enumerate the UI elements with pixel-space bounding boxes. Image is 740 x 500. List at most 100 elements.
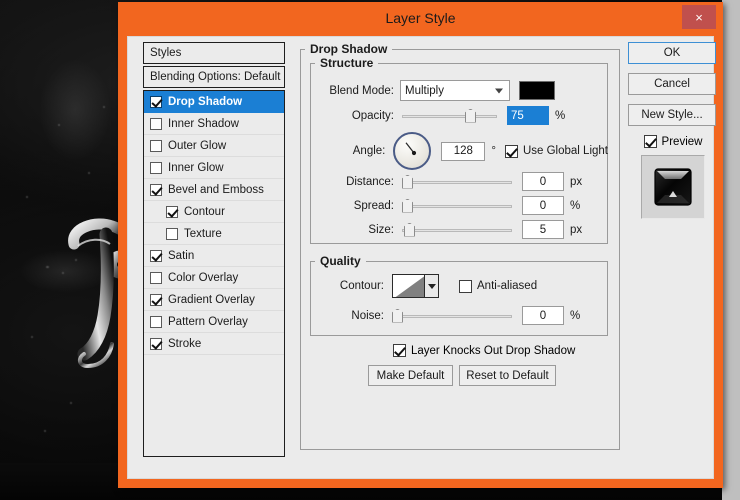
ok-button[interactable]: OK xyxy=(628,42,716,64)
new-style-button[interactable]: New Style... xyxy=(628,104,716,126)
reset-to-default-button[interactable]: Reset to Default xyxy=(459,365,556,386)
opacity-input[interactable] xyxy=(507,106,549,125)
anti-aliased-row[interactable]: Anti-aliased xyxy=(459,279,537,293)
shadow-color-swatch[interactable] xyxy=(519,81,555,100)
style-enable-checkbox[interactable] xyxy=(150,337,162,350)
style-enable-checkbox[interactable] xyxy=(150,315,162,328)
use-global-light-checkbox[interactable] xyxy=(504,144,518,158)
anti-aliased-checkbox[interactable] xyxy=(459,279,472,293)
style-list-item[interactable]: Stroke xyxy=(144,333,284,355)
noise-label: Noise: xyxy=(351,309,384,322)
angle-dial-needle xyxy=(405,142,417,156)
blend-mode-value: Multiply xyxy=(405,84,444,97)
blending-options-item[interactable]: Blending Options: Default xyxy=(143,66,285,88)
spread-unit: % xyxy=(570,199,581,212)
dialog-titlebar[interactable]: Layer Style × xyxy=(118,2,723,36)
style-enable-checkbox[interactable] xyxy=(150,117,162,130)
distance-slider-thumb[interactable] xyxy=(402,174,413,189)
opacity-label: Opacity: xyxy=(351,109,394,122)
style-enable-checkbox[interactable] xyxy=(150,95,162,108)
style-list-item[interactable]: Contour xyxy=(144,201,284,223)
style-list-item-label: Texture xyxy=(184,227,222,240)
angle-unit: ° xyxy=(491,145,496,157)
styles-panel: Styles Blending Options: Default Drop Sh… xyxy=(143,42,285,457)
use-global-light-row[interactable]: Use Global Light xyxy=(504,144,608,158)
contour-dropdown-arrow-icon[interactable] xyxy=(425,274,439,298)
opacity-slider[interactable] xyxy=(402,108,497,123)
opacity-slider-thumb[interactable] xyxy=(465,108,476,123)
blend-mode-select[interactable]: Multiply xyxy=(400,80,510,101)
style-list-item[interactable]: Drop Shadow xyxy=(144,91,284,113)
style-list-item[interactable]: Texture xyxy=(144,223,284,245)
style-enable-checkbox[interactable] xyxy=(150,161,162,174)
spread-label: Spread: xyxy=(353,199,394,212)
style-enable-checkbox[interactable] xyxy=(166,205,178,218)
preview-toggle-row[interactable]: Preview xyxy=(628,135,718,148)
style-list-item[interactable]: Color Overlay xyxy=(144,267,284,289)
style-list-item-label: Inner Glow xyxy=(168,161,224,174)
contour-picker[interactable] xyxy=(392,274,439,298)
distance-input[interactable] xyxy=(522,172,564,191)
style-list-item[interactable]: Gradient Overlay xyxy=(144,289,284,311)
style-enable-checkbox[interactable] xyxy=(166,227,178,240)
noise-unit: % xyxy=(570,309,581,322)
style-list-item-label: Drop Shadow xyxy=(168,95,243,108)
angle-dial[interactable] xyxy=(393,132,432,170)
noise-input[interactable] xyxy=(522,306,564,325)
blend-mode-label: Blend Mode: xyxy=(329,84,394,97)
spread-slider[interactable] xyxy=(402,198,512,213)
style-enable-checkbox[interactable] xyxy=(150,183,162,196)
spread-slider-thumb[interactable] xyxy=(402,198,413,213)
style-list-item[interactable]: Inner Shadow xyxy=(144,113,284,135)
size-label: Size: xyxy=(368,223,394,236)
layer-knockout-row[interactable]: Layer Knocks Out Drop Shadow xyxy=(393,344,575,357)
cancel-button[interactable]: Cancel xyxy=(628,73,716,95)
distance-row: Distance: px xyxy=(322,172,608,191)
spread-row: Spread: % xyxy=(322,196,608,215)
make-default-button[interactable]: Make Default xyxy=(368,365,453,386)
dialog-title: Layer Style xyxy=(385,10,456,26)
size-slider[interactable] xyxy=(402,222,512,237)
style-list-item-label: Outer Glow xyxy=(168,139,227,152)
noise-slider-thumb[interactable] xyxy=(392,308,403,323)
style-list-item[interactable]: Bevel and Emboss xyxy=(144,179,284,201)
contour-label: Contour: xyxy=(339,280,384,292)
blend-mode-row: Blend Mode: Multiply xyxy=(322,80,608,101)
style-list-item[interactable]: Pattern Overlay xyxy=(144,311,284,333)
dialog-body: Styles Blending Options: Default Drop Sh… xyxy=(127,36,716,479)
contour-row: Contour: Anti-aliased xyxy=(322,274,608,298)
angle-input[interactable] xyxy=(441,141,486,161)
style-enable-checkbox[interactable] xyxy=(150,293,162,306)
style-enable-checkbox[interactable] xyxy=(150,139,162,152)
use-global-light-label: Use Global Light xyxy=(522,145,608,157)
preview-checkbox[interactable] xyxy=(643,135,657,148)
opacity-unit: % xyxy=(555,109,566,122)
style-list-item[interactable]: Satin xyxy=(144,245,284,267)
spread-input[interactable] xyxy=(522,196,564,215)
layer-knockout-checkbox[interactable] xyxy=(393,344,406,357)
angle-label: Angle: xyxy=(352,145,386,157)
distance-slider-track xyxy=(402,180,512,184)
drop-shadow-panel: Drop Shadow Structure Blend Mode: Multip… xyxy=(300,42,620,457)
style-list-item-label: Bevel and Emboss xyxy=(168,183,264,196)
noise-row: Noise: % xyxy=(322,306,608,325)
style-enable-checkbox[interactable] xyxy=(150,271,162,284)
opacity-row: Opacity: % xyxy=(322,106,608,125)
style-list-item-label: Stroke xyxy=(168,337,202,350)
contour-curve-preview[interactable] xyxy=(392,274,425,298)
style-list-item[interactable]: Outer Glow xyxy=(144,135,284,157)
opacity-slider-track xyxy=(402,114,497,118)
noise-slider[interactable] xyxy=(392,308,512,323)
chevron-down-icon xyxy=(495,88,503,93)
size-slider-thumb[interactable] xyxy=(404,222,415,237)
size-row: Size: px xyxy=(322,220,608,239)
styles-effect-list: Drop Shadow Inner Shadow Outer Glow Inner G… xyxy=(143,90,285,457)
size-unit: px xyxy=(570,223,583,236)
distance-slider[interactable] xyxy=(402,174,512,189)
style-list-item-label: Contour xyxy=(184,205,225,218)
close-icon[interactable]: × xyxy=(682,5,716,29)
size-input[interactable] xyxy=(522,220,564,239)
style-list-item[interactable]: Inner Glow xyxy=(144,157,284,179)
style-enable-checkbox[interactable] xyxy=(150,249,162,262)
styles-header[interactable]: Styles xyxy=(143,42,285,64)
